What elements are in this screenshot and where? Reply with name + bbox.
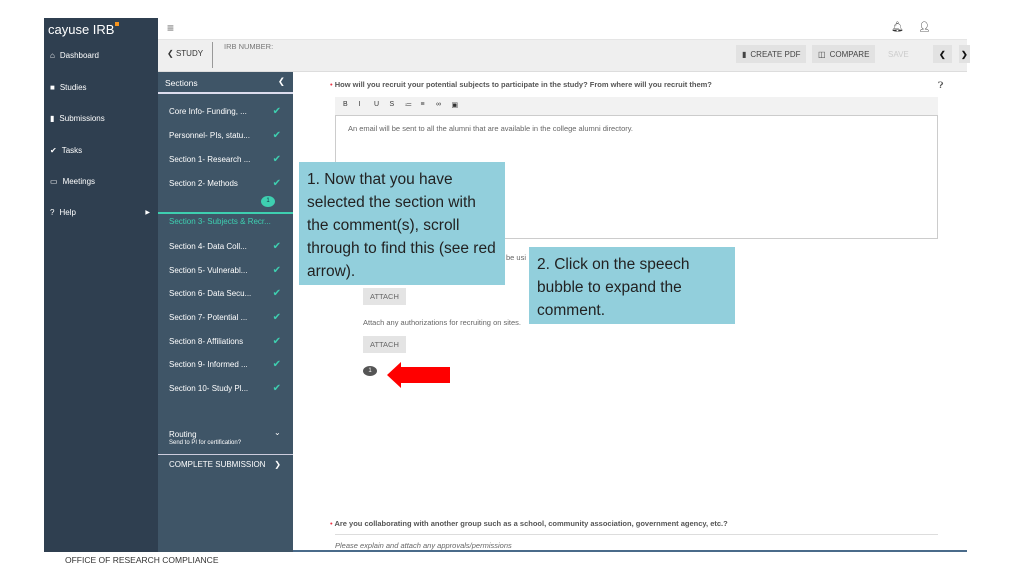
question-icon: ?: [50, 208, 55, 217]
section-label: Section 1- Research ...: [169, 155, 251, 164]
footer-text: OFFICE OF RESEARCH COMPLIANCE: [65, 555, 219, 565]
prev-button[interactable]: ❮: [933, 45, 952, 63]
check-icon: ✔: [272, 106, 281, 117]
section-label: Section 2- Methods: [169, 179, 238, 188]
callout-step-2: 2. Click on the speech bubble to expand …: [529, 247, 735, 324]
collab-hint: Please explain and attach any approvals/…: [335, 541, 512, 550]
speech-bubble-icon[interactable]: 1: [363, 366, 377, 376]
comment-badge-icon[interactable]: 1: [261, 196, 275, 207]
top-bar: ≡ 🔔︎ 👤︎: [158, 18, 967, 40]
check-icon: ✔: [272, 265, 281, 276]
editor-toolbar: B I U S ≔ ≡ ∞ ▣: [335, 97, 938, 115]
section-label: Section 6- Data Secu...: [169, 289, 252, 298]
section-item[interactable]: Section 4- Data Coll... ✔: [169, 241, 281, 252]
save-button[interactable]: SAVE: [882, 45, 915, 63]
nav-tasks[interactable]: ✔ Tasks: [50, 146, 150, 155]
check-icon: ✔: [50, 146, 57, 155]
irb-number-label: IRB NUMBER:: [224, 42, 274, 51]
toolbar-button[interactable]: S: [390, 101, 395, 108]
section-item[interactable]: Section 10- Study Pl... ✔: [169, 383, 281, 394]
create-pdf-button[interactable]: ▮ CREATE PDF: [736, 45, 807, 63]
nav-studies[interactable]: ■ Studies: [50, 83, 150, 92]
attach-button[interactable]: ATTACH: [363, 288, 406, 305]
attach-button[interactable]: ATTACH: [363, 336, 406, 353]
routing-sub: Send to PI for certification?: [169, 440, 242, 446]
section-label: Core Info- Funding, ...: [169, 107, 247, 116]
check-icon: ✔: [272, 288, 281, 299]
section-item[interactable]: Section 2- Methods ✔: [169, 178, 281, 189]
next-button[interactable]: ❯: [959, 45, 970, 63]
authorization-text: Attach any authorizations for recruiting…: [363, 318, 521, 327]
section-item[interactable]: Section 5- Vulnerabl... ✔: [169, 265, 281, 276]
red-arrow: [387, 362, 450, 388]
toolbar-button[interactable]: U: [374, 101, 379, 108]
chevron-down-icon[interactable]: ⌄: [274, 428, 281, 437]
routing-label[interactable]: Routing: [169, 430, 197, 439]
check-icon: ✔: [272, 359, 281, 370]
menu-icon[interactable]: ≡: [167, 21, 174, 35]
section-label: Section 10- Study Pl...: [169, 384, 249, 393]
file-icon: ▮: [50, 114, 55, 123]
toolbar-button[interactable]: ▣: [452, 101, 459, 109]
nav-submissions[interactable]: ▮ Submissions: [50, 114, 150, 123]
columns-icon: ◫: [818, 49, 826, 59]
section-label: Section 7- Potential ...: [169, 313, 248, 322]
section-item[interactable]: Section 1- Research ... ✔: [169, 154, 281, 165]
toolbar-button[interactable]: ≡: [421, 101, 425, 108]
section-label: Section 4- Data Coll...: [169, 242, 247, 251]
section-item[interactable]: Section 3- Subjects & Recr...: [169, 217, 281, 226]
check-icon: ✔: [272, 154, 281, 165]
complete-submission-button[interactable]: COMPLETE SUBMISSION ❯: [169, 460, 281, 469]
toolbar-button[interactable]: I: [359, 101, 361, 108]
help-icon[interactable]: ❓︎: [938, 80, 943, 91]
partial-text: be usi: [506, 253, 527, 262]
check-icon: ✔: [272, 383, 281, 394]
back-to-study-button[interactable]: ❮ STUDY: [167, 49, 203, 58]
study-header: ❮ STUDY IRB NUMBER: ▮ CREATE PDF ◫ COMPARE…: [158, 40, 970, 72]
home-icon: ⌂: [50, 51, 55, 60]
section-item[interactable]: Personnel- PIs, statu... ✔: [169, 130, 281, 141]
check-icon: ✔: [272, 312, 281, 323]
section-label: Section 3- Subjects & Recr...: [169, 217, 271, 226]
section-label: Personnel- PIs, statu...: [169, 131, 250, 140]
user-icon[interactable]: 👤︎: [918, 22, 931, 33]
section-label: Section 8- Affiliations: [169, 337, 244, 346]
section-item[interactable]: Core Info- Funding, ... ✔: [169, 106, 281, 117]
section-item[interactable]: Section 7- Potential ... ✔: [169, 312, 281, 323]
section-item[interactable]: Section 6- Data Secu... ✔: [169, 288, 281, 299]
file-icon: ▮: [742, 49, 747, 59]
section-item[interactable]: Section 9- Informed ... ✔: [169, 359, 281, 370]
section-label: Section 5- Vulnerabl...: [169, 266, 248, 275]
toolbar-button[interactable]: ∞: [436, 101, 441, 108]
collapse-icon[interactable]: ❮: [278, 76, 285, 87]
section-label: Section 9- Informed ...: [169, 360, 248, 369]
check-icon: ✔: [272, 130, 281, 141]
nav-meetings[interactable]: ▭ Meetings: [50, 177, 150, 186]
left-nav: cayuse IRB ⌂ Dashboard ■ Studies ▮ Submissi…: [44, 18, 158, 552]
check-icon: ✔: [272, 241, 281, 252]
toolbar-button[interactable]: ≔: [405, 101, 412, 109]
question-recruit: • How will you recruit your potential su…: [330, 80, 712, 89]
logo: cayuse IRB: [48, 22, 120, 37]
nav-help[interactable]: ? Help ▶: [50, 208, 150, 217]
question-collaborating: • Are you collaborating with another gro…: [330, 519, 728, 528]
compare-button[interactable]: ◫ COMPARE: [812, 45, 876, 63]
nav-dashboard[interactable]: ⌂ Dashboard: [50, 51, 150, 60]
sections-header: Sections ❮: [158, 72, 293, 94]
folder-icon: ■: [50, 83, 55, 92]
bell-icon[interactable]: 🔔︎: [891, 22, 904, 33]
caret-right-icon: ▶: [145, 210, 150, 216]
callout-step-1: 1. Now that you have selected the sectio…: [299, 162, 505, 285]
sections-panel: Sections ❮ Core Info- Funding, ... ✔ Person…: [158, 72, 293, 552]
check-icon: ✔: [272, 178, 281, 189]
calendar-icon: ▭: [50, 177, 58, 186]
check-icon: ✔: [272, 336, 281, 347]
toolbar-button[interactable]: B: [343, 101, 348, 108]
section-item[interactable]: Section 8- Affiliations ✔: [169, 336, 281, 347]
